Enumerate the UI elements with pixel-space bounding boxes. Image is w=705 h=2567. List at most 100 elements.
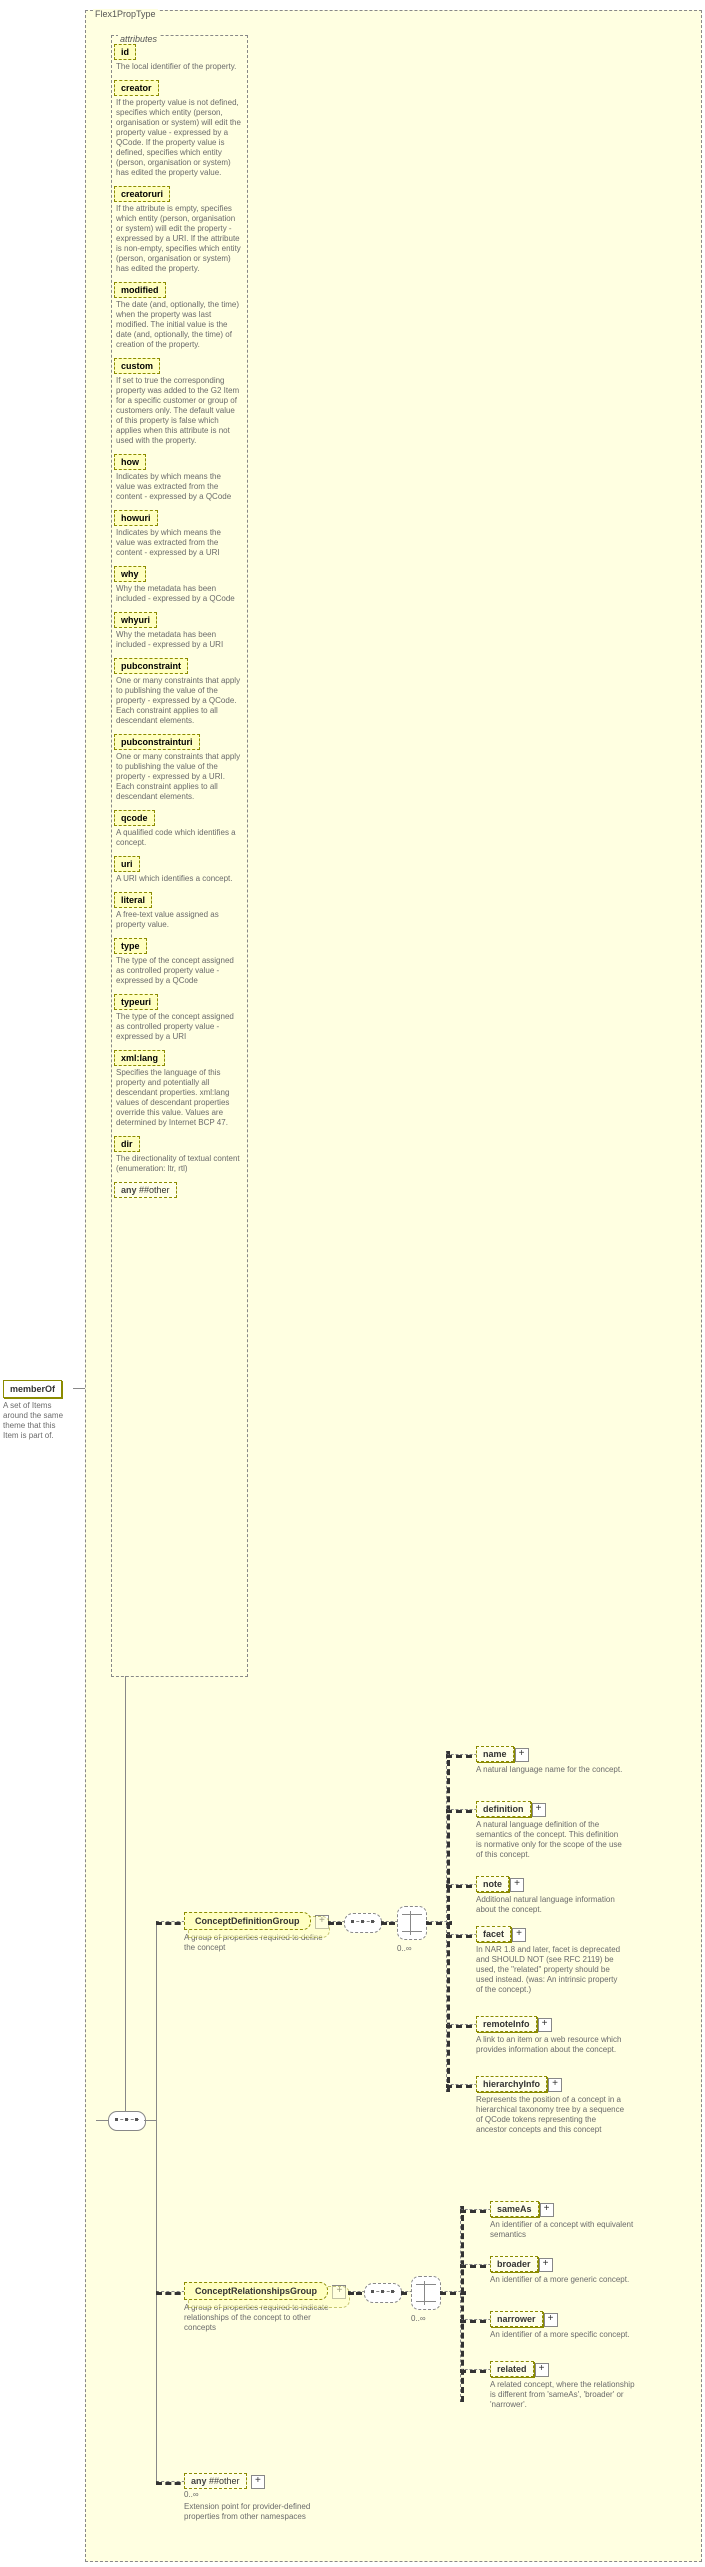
attribute-entry: howuri	[114, 510, 245, 526]
attribute-desc: Why the metadata has been included - exp…	[116, 584, 242, 604]
attribute-name: xml:lang	[114, 1050, 165, 1066]
child-desc: An identifier of a more generic concept.	[490, 2275, 629, 2285]
expand-icon[interactable]: +	[538, 2018, 552, 2032]
attribute-entry: xml:lang	[114, 1050, 245, 1066]
expand-icon[interactable]: +	[544, 2313, 558, 2327]
attribute-name: qcode	[114, 810, 155, 826]
expand-icon[interactable]: +	[540, 2203, 554, 2217]
any-label: any	[121, 1185, 137, 1195]
child-desc: A link to an item or a web resource whic…	[476, 2035, 626, 2055]
attribute-name: typeuri	[114, 994, 158, 1010]
attributes-panel: attributes idThe local identifier of the…	[111, 35, 248, 1677]
attribute-entry: typeuri	[114, 994, 245, 1010]
attribute-entry: creator	[114, 80, 245, 96]
child-element: facet+ In NAR 1.8 and later, facet is dep…	[476, 1926, 626, 1995]
child-desc: A natural language name for the concept.	[476, 1765, 622, 1775]
sequence-connector	[364, 2283, 402, 2303]
expand-icon[interactable]: +	[512, 1928, 526, 1942]
attribute-entry: id	[114, 44, 245, 60]
any-desc: Extension point for provider-defined pro…	[184, 2502, 314, 2522]
connector-line	[73, 1388, 85, 1389]
any-suffix: ##other	[209, 2476, 240, 2486]
root-element: memberOf A set of Items around the same …	[3, 1380, 73, 1441]
child-element: note+ Additional natural language informa…	[476, 1876, 626, 1915]
child-element: broader+ An identifier of a more generic …	[490, 2256, 629, 2285]
attribute-name: type	[114, 938, 147, 954]
child-element: related+ A related concept, where the rel…	[490, 2361, 640, 2410]
attribute-name: uri	[114, 856, 140, 872]
expand-icon[interactable]: +	[548, 2078, 562, 2092]
attribute-entry: whyuri	[114, 612, 245, 628]
attribute-entry: literal	[114, 892, 245, 908]
attribute-name: id	[114, 44, 136, 60]
attribute-name: how	[114, 454, 146, 470]
attribute-name: whyuri	[114, 612, 157, 628]
attribute-entry: pubconstraint	[114, 658, 245, 674]
child-label: name	[476, 1746, 514, 1762]
connector-line	[144, 2120, 156, 2121]
connector-line	[156, 1921, 157, 2481]
child-label: related	[490, 2361, 534, 2377]
attribute-desc: The directionality of textual content (e…	[116, 1154, 242, 1174]
attribute-desc: The type of the concept assigned as cont…	[116, 956, 242, 986]
child-element: name+ A natural language name for the con…	[476, 1746, 622, 1775]
expand-icon[interactable]: +	[532, 1803, 546, 1817]
connector-line	[96, 2120, 108, 2121]
child-label: broader	[490, 2256, 538, 2272]
child-label: facet	[476, 1926, 511, 1942]
child-label: sameAs	[490, 2201, 539, 2217]
child-desc: An identifier of a concept with equivale…	[490, 2220, 640, 2240]
root-element-label: memberOf	[3, 1380, 62, 1398]
group-label: ConceptDefinitionGroup	[184, 1912, 311, 1930]
attribute-desc: Indicates by which means the value was e…	[116, 472, 242, 502]
child-label: note	[476, 1876, 509, 1892]
expand-icon[interactable]: +	[251, 2475, 265, 2489]
attribute-name: pubconstrainturi	[114, 734, 200, 750]
concept-definition-group: ConceptDefinitionGroup + A group of prop…	[184, 1912, 334, 1953]
attribute-name: creatoruri	[114, 186, 170, 202]
attribute-entry: uri	[114, 856, 245, 872]
attribute-desc: Specifies the language of this property …	[116, 1068, 242, 1128]
attribute-name: modified	[114, 282, 166, 298]
attribute-desc: A qualified code which identifies a conc…	[116, 828, 242, 848]
child-desc: A related concept, where the relationshi…	[490, 2380, 640, 2410]
attribute-entry: type	[114, 938, 245, 954]
sequence-connector	[108, 2111, 146, 2131]
sequence-connector	[344, 1913, 382, 1933]
attribute-entry: qcode	[114, 810, 245, 826]
attribute-entry: creatoruri	[114, 186, 245, 202]
child-element: remoteInfo+ A link to an item or a web re…	[476, 2016, 626, 2055]
attribute-desc: A URI which identifies a concept.	[116, 874, 242, 884]
child-element: narrower+An identifier of a more specifi…	[490, 2311, 630, 2340]
attribute-name: custom	[114, 358, 160, 374]
group-label: ConceptRelationshipsGroup	[184, 2282, 328, 2300]
attribute-name: literal	[114, 892, 152, 908]
attribute-name: howuri	[114, 510, 158, 526]
attribute-desc: One or many constraints that apply to pu…	[116, 752, 242, 802]
expand-icon[interactable]: +	[539, 2258, 553, 2272]
attribute-desc: A free-text value assigned as property v…	[116, 910, 242, 930]
diagram-canvas: memberOf A set of Items around the same …	[0, 0, 705, 2567]
attribute-desc: Indicates by which means the value was e…	[116, 528, 242, 558]
attribute-entry: dir	[114, 1136, 245, 1152]
child-desc: Additional natural language information …	[476, 1895, 626, 1915]
child-element: definition+A natural language definition…	[476, 1801, 626, 1860]
attribute-desc: The local identifier of the property.	[116, 62, 242, 72]
child-desc: An identifier of a more specific concept…	[490, 2330, 630, 2340]
cardinality: 0..∞	[411, 2314, 426, 2323]
child-label: remoteInfo	[476, 2016, 537, 2032]
expand-icon[interactable]: +	[510, 1878, 524, 1892]
attribute-desc: The type of the concept assigned as cont…	[116, 1012, 242, 1042]
concept-relationships-group: ConceptRelationshipsGroup + A group of p…	[184, 2282, 346, 2333]
child-desc: A natural language definition of the sem…	[476, 1820, 626, 1860]
attribute-list: id The local identifier of the property. c…	[112, 44, 247, 1198]
expand-icon[interactable]: +	[535, 2363, 549, 2377]
child-element: hierarchyInfo+Represents the position of…	[476, 2076, 626, 2135]
any-suffix: ##other	[139, 1185, 170, 1195]
attribute-desc: If set to true the corresponding propert…	[116, 376, 242, 446]
expand-icon[interactable]: +	[515, 1748, 529, 1762]
child-desc: In NAR 1.8 and later, facet is deprecate…	[476, 1945, 626, 1995]
attribute-name: pubconstraint	[114, 658, 188, 674]
attribute-desc: Why the metadata has been included - exp…	[116, 630, 242, 650]
attribute-name: creator	[114, 80, 159, 96]
